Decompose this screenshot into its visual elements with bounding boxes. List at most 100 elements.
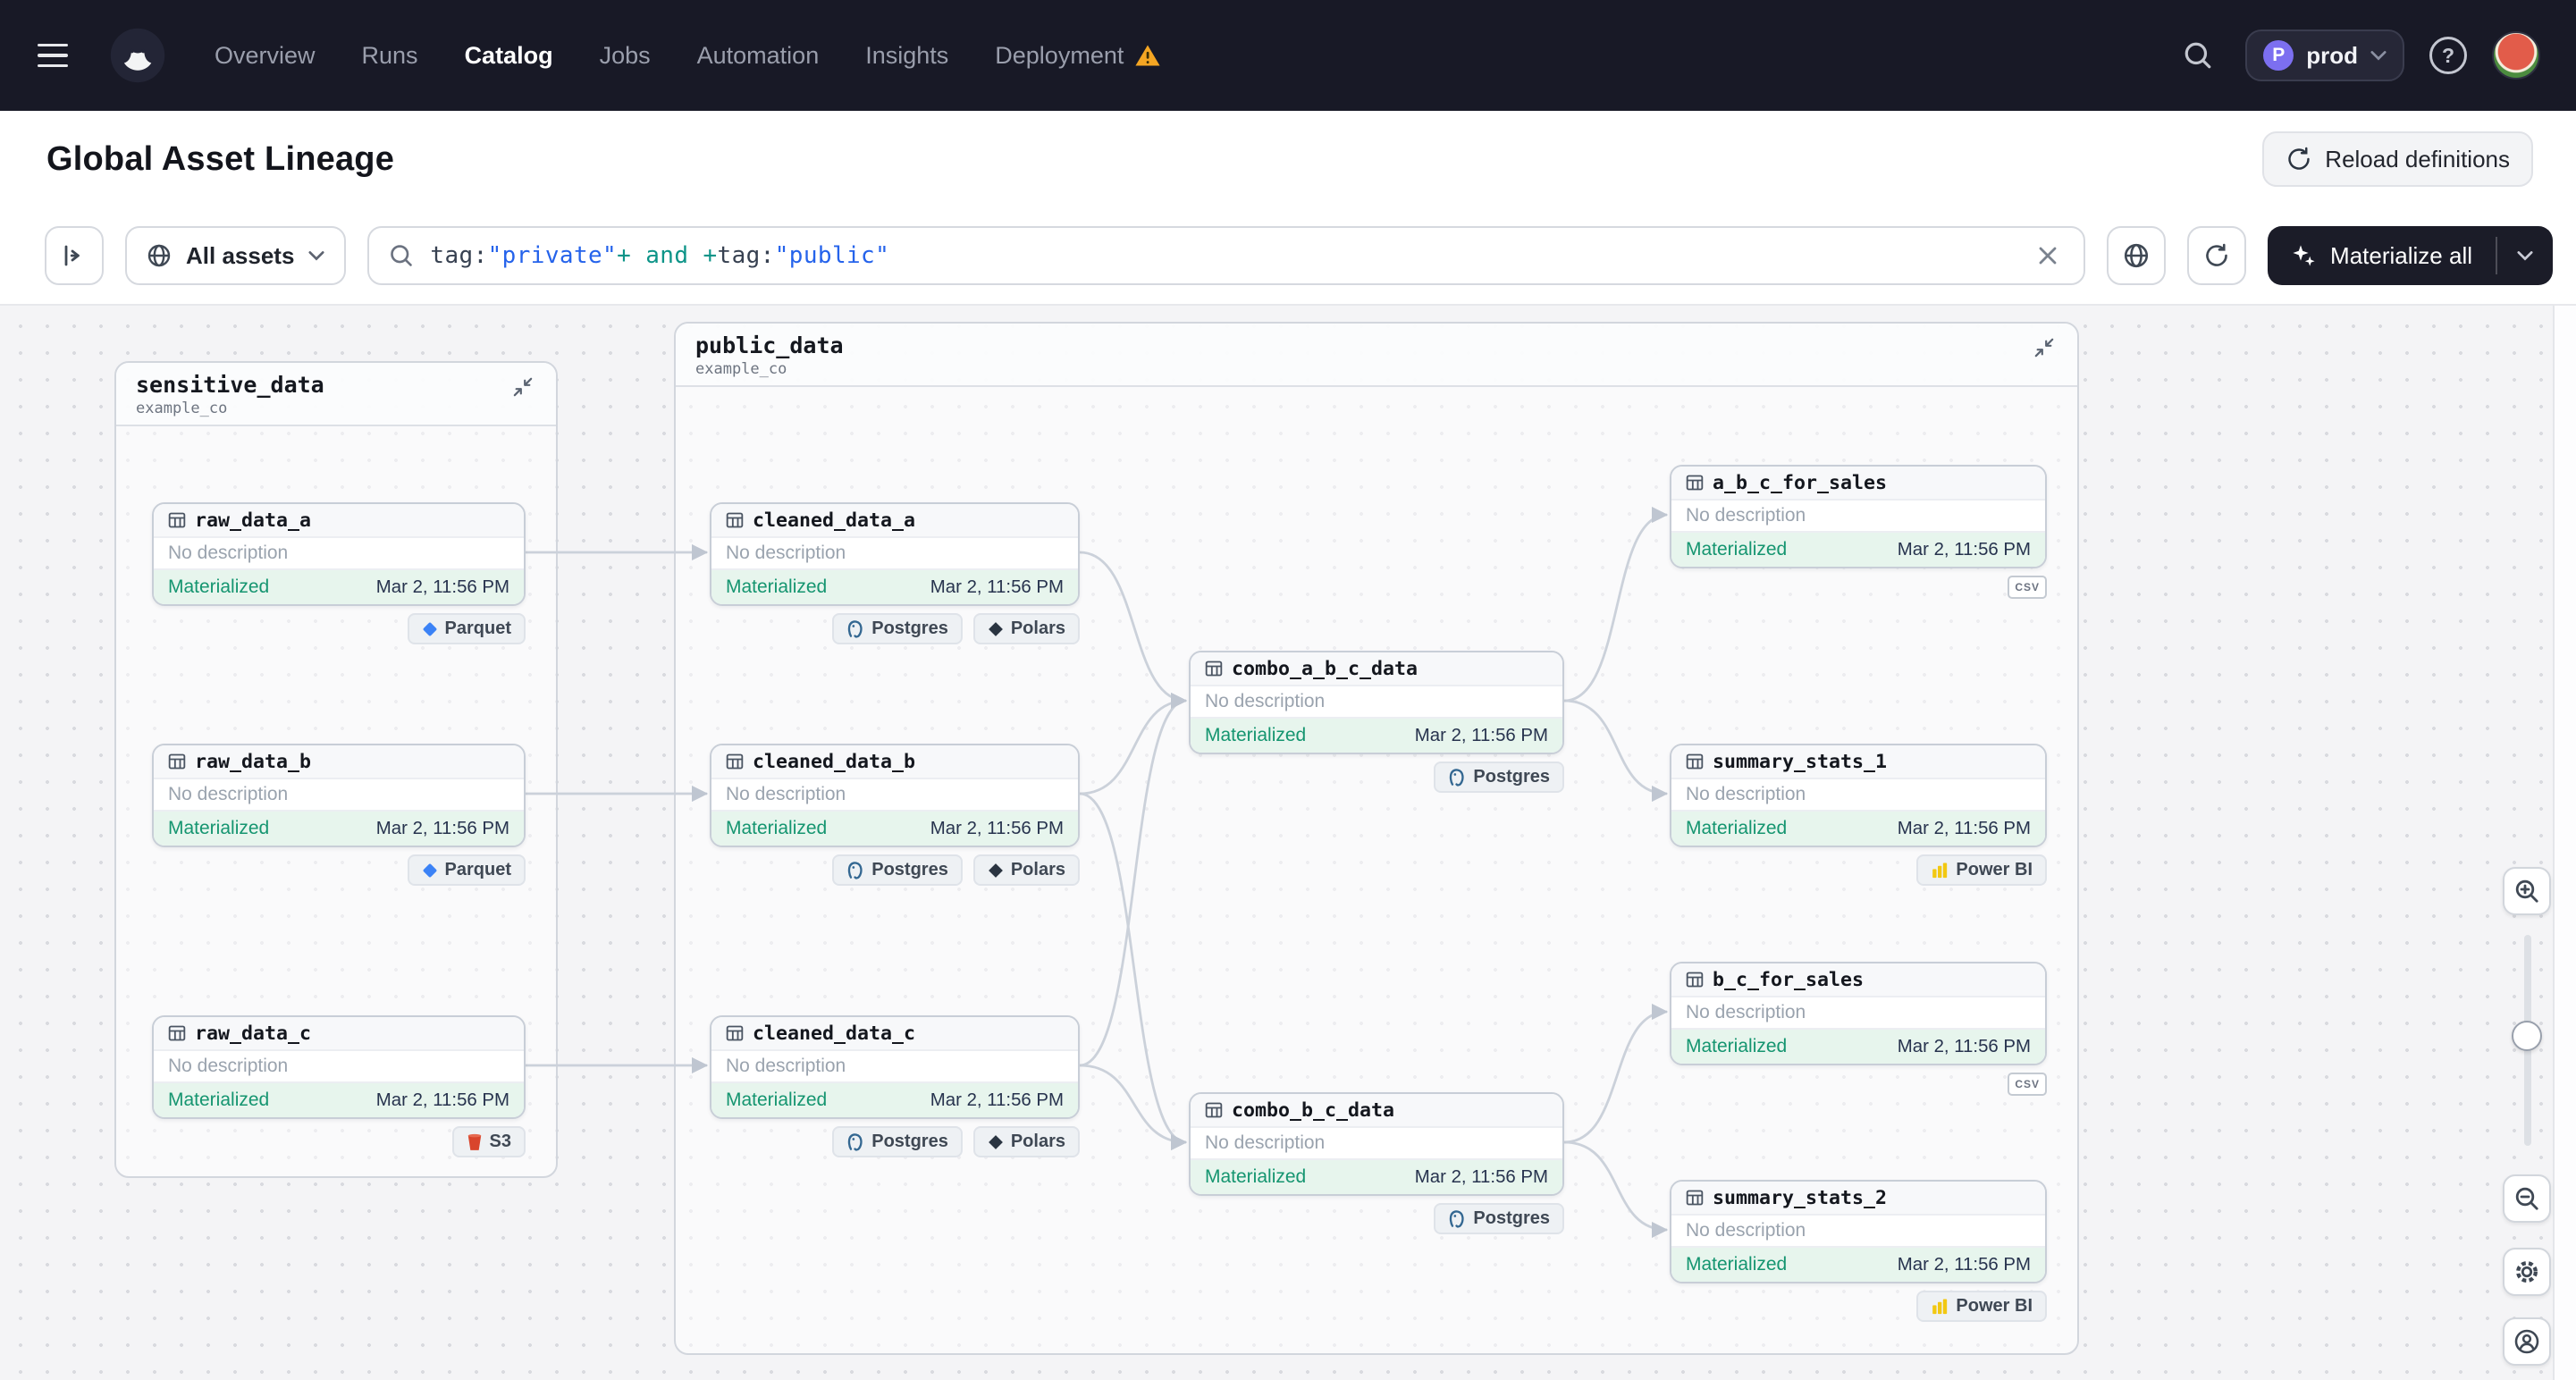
zoom-in-button[interactable] — [2503, 867, 2551, 915]
powerbi-icon — [1931, 862, 1949, 879]
asset-node-summary_stats_1[interactable]: summary_stats_1 No description Materialize… — [1670, 744, 2047, 847]
query-segment: tag: — [430, 242, 488, 269]
tag-postgres[interactable]: Postgres — [832, 613, 963, 644]
search-query[interactable]: tag:"private"+ and +tag:"public" — [430, 242, 2016, 269]
zoom-slider-knob[interactable] — [2512, 1021, 2542, 1051]
asset-node-raw_data_c[interactable]: raw_data_c No description Materialized Mar … — [152, 1015, 526, 1119]
nav-item-overview[interactable]: Overview — [215, 42, 316, 70]
lineage-graph[interactable]: public_data example_co sensitive_data examp… — [0, 306, 2576, 1380]
asset-status-row: Materialized Mar 2, 11:56 PM — [1191, 719, 1562, 753]
nav-item-runs[interactable]: Runs — [362, 42, 418, 70]
menu-button[interactable] — [32, 29, 86, 82]
asset-node-summary_stats_2[interactable]: summary_stats_2 No description Materialize… — [1670, 1180, 2047, 1283]
nav-item-label: Catalog — [464, 41, 553, 69]
nav-item-jobs[interactable]: Jobs — [600, 42, 651, 70]
asset-node-cleaned_data_b[interactable]: cleaned_data_b No description Materialized… — [710, 744, 1080, 847]
nav-items: Overview Runs Catalog Jobs Automation Insight… — [215, 42, 1161, 70]
tag-postgres[interactable]: Postgres — [832, 854, 963, 886]
dagster-logo-icon[interactable] — [107, 25, 168, 86]
table-icon — [168, 1024, 186, 1042]
asset-description: No description — [1191, 686, 1562, 719]
asset-status-row: Materialized Mar 2, 11:56 PM — [154, 570, 524, 604]
status-timestamp: Mar 2, 11:56 PM — [930, 1090, 1064, 1110]
status-timestamp: Mar 2, 11:56 PM — [1897, 818, 2031, 838]
asset-node-header: cleaned_data_a — [711, 504, 1078, 538]
tag-parquet[interactable]: Parquet — [407, 613, 526, 644]
group-header[interactable]: public_data example_co — [676, 324, 2077, 387]
asset-name: cleaned_data_a — [753, 509, 916, 532]
status-label: Materialized — [168, 818, 270, 838]
right-panel-collapsed[interactable] — [2553, 306, 2576, 1380]
materialize-options-button[interactable] — [2497, 226, 2553, 285]
collapse-group-icon[interactable] — [2029, 332, 2059, 363]
asset-node-b_c_for_sales[interactable]: b_c_for_sales No description Materialized M… — [1670, 962, 2047, 1065]
asset-node-raw_data_a[interactable]: raw_data_a No description Materialized Mar … — [152, 502, 526, 606]
top-navbar: Overview Runs Catalog Jobs Automation Insight… — [0, 0, 2576, 111]
asset-status-row: Materialized Mar 2, 11:56 PM — [1191, 1160, 1562, 1194]
tag-postgres[interactable]: Postgres — [832, 1126, 963, 1157]
nav-item-catalog[interactable]: Catalog — [465, 42, 553, 70]
tag-label: Parquet — [444, 618, 511, 638]
asset-name: combo_b_c_data — [1232, 1098, 1395, 1122]
tag-postgres[interactable]: Postgres — [1434, 762, 1564, 793]
asset-node-cleaned_data_a[interactable]: cleaned_data_a No description Materialized… — [710, 502, 1080, 606]
asset-node-combo_b_c_data[interactable]: combo_b_c_data No description Materialized… — [1189, 1092, 1564, 1196]
asset-node-combo_a_b_c_data[interactable]: combo_a_b_c_data No description Materializ… — [1189, 651, 1564, 754]
tag-parquet[interactable]: Parquet — [407, 854, 526, 886]
asset-node-a_b_c_for_sales[interactable]: a_b_c_for_sales No description Materialize… — [1670, 465, 2047, 568]
tag-polars[interactable]: Polars — [972, 613, 1080, 644]
group-header[interactable]: sensitive_data example_co — [116, 363, 556, 426]
group-subtitle: example_co — [695, 360, 787, 378]
table-icon — [168, 511, 186, 529]
asset-node-raw_data_b[interactable]: raw_data_b No description Materialized Mar … — [152, 744, 526, 847]
tag-polars[interactable]: Polars — [972, 854, 1080, 886]
query-segment: tag: — [717, 242, 775, 269]
postgres-icon — [846, 619, 864, 638]
asset-status-row: Materialized Mar 2, 11:56 PM — [711, 570, 1078, 604]
search-button[interactable] — [2176, 33, 2220, 78]
globe-icon — [147, 243, 172, 268]
materialize-all-button[interactable]: Materialize all — [2268, 226, 2496, 285]
asset-name: raw_data_c — [195, 1022, 312, 1045]
asset-scope-dropdown[interactable]: All assets — [125, 226, 347, 285]
asset-status-row: Materialized Mar 2, 11:56 PM — [1671, 533, 2045, 567]
asset-tags: CSV — [1670, 1073, 2047, 1096]
asset-name: summary_stats_1 — [1713, 750, 1888, 773]
asset-node-cleaned_data_c[interactable]: cleaned_data_c No description Materialized… — [710, 1015, 1080, 1119]
tag-polars[interactable]: Polars — [972, 1126, 1080, 1157]
account-button[interactable] — [2503, 1317, 2551, 1366]
asset-tags: Postgres Polars — [710, 854, 1080, 886]
nav-item-automation[interactable]: Automation — [697, 42, 820, 70]
toggle-left-panel-button[interactable] — [45, 226, 104, 285]
status-label: Materialized — [1205, 1166, 1307, 1187]
help-button[interactable]: ? — [2429, 37, 2467, 74]
collapse-group-icon[interactable] — [508, 372, 538, 402]
status-timestamp: Mar 2, 11:56 PM — [1897, 1036, 2031, 1056]
query-segment: + — [617, 242, 632, 269]
asset-search-input[interactable]: tag:"private"+ and +tag:"public" — [367, 226, 2086, 285]
asset-status-row: Materialized Mar 2, 11:56 PM — [1671, 1030, 2045, 1064]
table-icon — [726, 1024, 744, 1042]
tag-s3[interactable]: S3 — [451, 1126, 526, 1157]
reload-definitions-button[interactable]: Reload definitions — [2262, 131, 2533, 187]
zoom-out-button[interactable] — [2503, 1174, 2551, 1223]
clear-query-button[interactable] — [2032, 240, 2064, 272]
deployment-switcher[interactable]: P prod — [2245, 29, 2404, 81]
tag-postgres[interactable]: Postgres — [1434, 1203, 1564, 1234]
csv-file-icon: CSV — [2008, 576, 2047, 599]
status-label: Materialized — [726, 1090, 828, 1110]
csv-file-icon: CSV — [2008, 1073, 2047, 1096]
asset-node-header: summary_stats_2 — [1671, 1182, 2045, 1216]
user-avatar[interactable] — [2492, 31, 2540, 80]
nav-item-insights[interactable]: Insights — [865, 42, 948, 70]
tag-powerbi[interactable]: Power BI — [1916, 1291, 2047, 1322]
chevron-down-icon — [308, 250, 324, 261]
refresh-button[interactable] — [2187, 226, 2247, 285]
reload-icon — [2286, 146, 2312, 172]
asset-node-header: cleaned_data_b — [711, 745, 1078, 779]
tag-powerbi[interactable]: Power BI — [1916, 854, 2047, 886]
nav-item-deployment[interactable]: Deployment — [995, 42, 1161, 70]
materialize-all-split-button: Materialize all — [2268, 226, 2553, 285]
settings-button[interactable] — [2503, 1248, 2551, 1296]
graph-view-globe-button[interactable] — [2107, 226, 2167, 285]
